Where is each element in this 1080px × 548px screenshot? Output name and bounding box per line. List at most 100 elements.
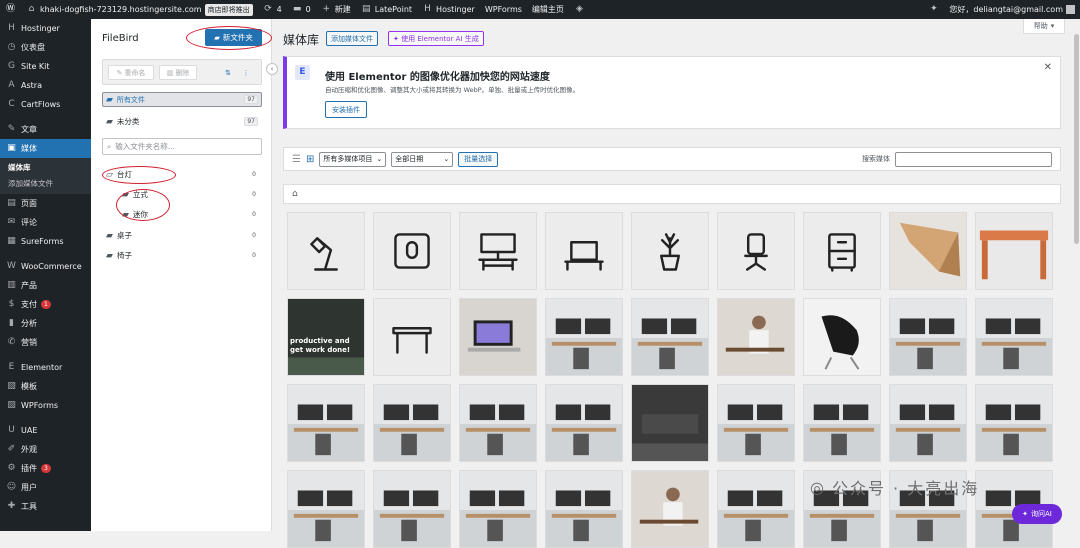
- media-thumbnail-icon-laptop[interactable]: [545, 212, 623, 290]
- folder-item[interactable]: ▰ 桌子 0: [102, 227, 262, 244]
- grid-view-icon[interactable]: ⊞: [306, 154, 314, 165]
- sidebar-item[interactable]: ☺ 用户: [0, 478, 91, 497]
- sidebar-item[interactable]: H Hostinger: [0, 19, 91, 38]
- sidebar-item[interactable]: ✐ 外观: [0, 440, 91, 459]
- media-thumbnail-photo[interactable]: [545, 470, 623, 548]
- wpforms-link[interactable]: WPForms: [480, 0, 527, 19]
- add-media-button[interactable]: 添加媒体文件: [326, 31, 378, 46]
- folder-uncategorized[interactable]: ▰ 未分类 97: [102, 113, 262, 130]
- date-select[interactable]: 全部日期 ⌄: [391, 151, 454, 167]
- media-thumbnail-photo[interactable]: [373, 470, 451, 548]
- sidebar-item[interactable]: $ 支付 1: [0, 295, 91, 314]
- close-icon[interactable]: ✕: [1044, 62, 1052, 73]
- sidebar-item[interactable]: G Site Kit: [0, 57, 91, 76]
- media-thumbnail-photo[interactable]: [803, 298, 881, 376]
- sidebar-item[interactable]: ✚ 工具: [0, 497, 91, 516]
- media-thumbnail-photo[interactable]: [459, 298, 537, 376]
- ai-sparkle-icon[interactable]: ✦: [923, 0, 944, 19]
- hostinger-link[interactable]: H Hostinger: [417, 0, 480, 19]
- media-thumbnail-photo[interactable]: [975, 212, 1053, 290]
- media-thumbnail-photo[interactable]: [545, 384, 623, 462]
- media-thumbnail-photo[interactable]: [631, 470, 709, 548]
- ask-ai-button[interactable]: ✦ 询问AI: [1012, 504, 1062, 524]
- media-thumbnail-photo[interactable]: [631, 298, 709, 376]
- help-tab[interactable]: 帮助 ▾: [1023, 19, 1065, 34]
- diamond-icon[interactable]: ◈: [569, 0, 590, 19]
- folder-search-input[interactable]: ⌕ 输入文件夹名称...: [102, 138, 262, 155]
- media-thumbnail-photo[interactable]: [287, 384, 365, 462]
- sidebar-item[interactable]: ▣ 媒体: [0, 139, 91, 158]
- media-thumbnail-photo[interactable]: [803, 384, 881, 462]
- sidebar-item[interactable]: E Elementor: [0, 358, 91, 377]
- media-thumbnail-photo[interactable]: [889, 212, 967, 290]
- submenu-item[interactable]: 媒体库: [0, 160, 91, 176]
- delete-button[interactable]: ▥ 删除: [159, 65, 197, 80]
- sidebar-item[interactable]: ▥ 产品: [0, 276, 91, 295]
- sidebar-item[interactable]: A Astra: [0, 76, 91, 95]
- sidebar-item[interactable]: ▦ SureForms: [0, 232, 91, 251]
- more-options-icon[interactable]: ⋮: [239, 65, 253, 80]
- media-thumbnail-icon-chair[interactable]: [717, 212, 795, 290]
- sidebar-item-label: Hostinger: [21, 24, 60, 33]
- page-scrollbar[interactable]: [1073, 20, 1080, 531]
- sidebar-item-label: 产品: [21, 281, 37, 290]
- edit-home-link[interactable]: 编辑主页: [527, 0, 569, 19]
- comments-link[interactable]: ▬ 0: [287, 0, 316, 19]
- sidebar-item[interactable]: ✉ 评论: [0, 213, 91, 232]
- sidebar-item[interactable]: U UAE: [0, 421, 91, 440]
- media-thumbnail-photo[interactable]: [717, 384, 795, 462]
- media-thumbnail-photo[interactable]: [889, 384, 967, 462]
- media-thumbnail-photo[interactable]: [717, 470, 795, 548]
- latepoint-link[interactable]: ▤ LatePoint: [356, 0, 417, 19]
- collapse-panel-icon[interactable]: ‹: [266, 63, 278, 75]
- sort-icon[interactable]: ⇅: [221, 65, 235, 80]
- media-thumbnail-photo[interactable]: [889, 298, 967, 376]
- submenu-item[interactable]: 添加媒体文件: [0, 176, 91, 192]
- sidebar-item-icon: ✎: [7, 124, 16, 134]
- media-thumbnail-icon-table[interactable]: [373, 298, 451, 376]
- new-content-link[interactable]: + 新建: [316, 0, 356, 19]
- media-thumbnail-photo[interactable]: [545, 298, 623, 376]
- media-thumbnail-photo[interactable]: [459, 384, 537, 462]
- install-plugin-button[interactable]: 安装插件: [325, 101, 367, 118]
- media-type-select[interactable]: 所有多媒体项目 ⌄: [319, 151, 387, 167]
- plus-icon: +: [322, 4, 331, 14]
- media-thumbnail-photo[interactable]: [975, 384, 1053, 462]
- bulk-select-button[interactable]: 批量选择: [458, 151, 499, 167]
- ai-generate-button[interactable]: ✦ 使用 Elementor AI 生成: [388, 31, 484, 46]
- media-thumbnail-photo[interactable]: [975, 298, 1053, 376]
- sidebar-item[interactable]: ▨ WPForms: [0, 396, 91, 415]
- sidebar-item[interactable]: ◷ 仪表盘: [0, 38, 91, 57]
- media-thumbnail-icon-desk-monitor[interactable]: [459, 212, 537, 290]
- media-thumbnail-photo[interactable]: [717, 298, 795, 376]
- folder-all-files[interactable]: ▰ 所有文件 97: [102, 92, 262, 107]
- updates-link[interactable]: ⟳ 4: [258, 0, 287, 19]
- media-thumbnail-photo[interactable]: [631, 384, 709, 462]
- sidebar-item[interactable]: ✆ 营销: [0, 333, 91, 352]
- media-thumbnail-icon-mouse[interactable]: [373, 212, 451, 290]
- media-thumbnail-photo[interactable]: productive and get work done!: [287, 298, 365, 376]
- media-thumbnail-photo[interactable]: [373, 384, 451, 462]
- media-thumbnail-icon-plant[interactable]: [631, 212, 709, 290]
- folder-item[interactable]: ▰ 椅子 0: [102, 247, 262, 264]
- media-thumbnail-photo[interactable]: [287, 470, 365, 548]
- rename-button[interactable]: ✎ 重命名: [108, 65, 154, 80]
- media-thumbnail-icon-cabinet[interactable]: [803, 212, 881, 290]
- sidebar-item[interactable]: W WooCommerce: [0, 257, 91, 276]
- media-thumbnail-photo[interactable]: [459, 470, 537, 548]
- sidebar-item[interactable]: ▮ 分析: [0, 314, 91, 333]
- sidebar-item[interactable]: ▧ 模板: [0, 377, 91, 396]
- sidebar-item[interactable]: ✎ 文章: [0, 120, 91, 139]
- media-thumbnail-icon-lamp[interactable]: [287, 212, 365, 290]
- search-media-input[interactable]: [895, 151, 1052, 167]
- sidebar-item[interactable]: ⚙ 插件 3: [0, 459, 91, 478]
- wordpress-logo-icon[interactable]: Ⓦ: [0, 0, 21, 19]
- account-menu[interactable]: 您好，deliangtai@gmail.com: [944, 0, 1080, 19]
- sidebar-item[interactable]: ▤ 页面: [0, 194, 91, 213]
- home-icon[interactable]: ⌂: [292, 189, 298, 199]
- thumbnail-caption: productive and get work done!: [290, 337, 351, 354]
- sidebar-item[interactable]: C CartFlows: [0, 95, 91, 114]
- site-name-link[interactable]: ⌂ khaki-dogfish-723129.hostingersite.com 商…: [21, 0, 258, 19]
- sidebar-item-label: 插件: [21, 464, 37, 473]
- list-view-icon[interactable]: ☰: [292, 154, 301, 165]
